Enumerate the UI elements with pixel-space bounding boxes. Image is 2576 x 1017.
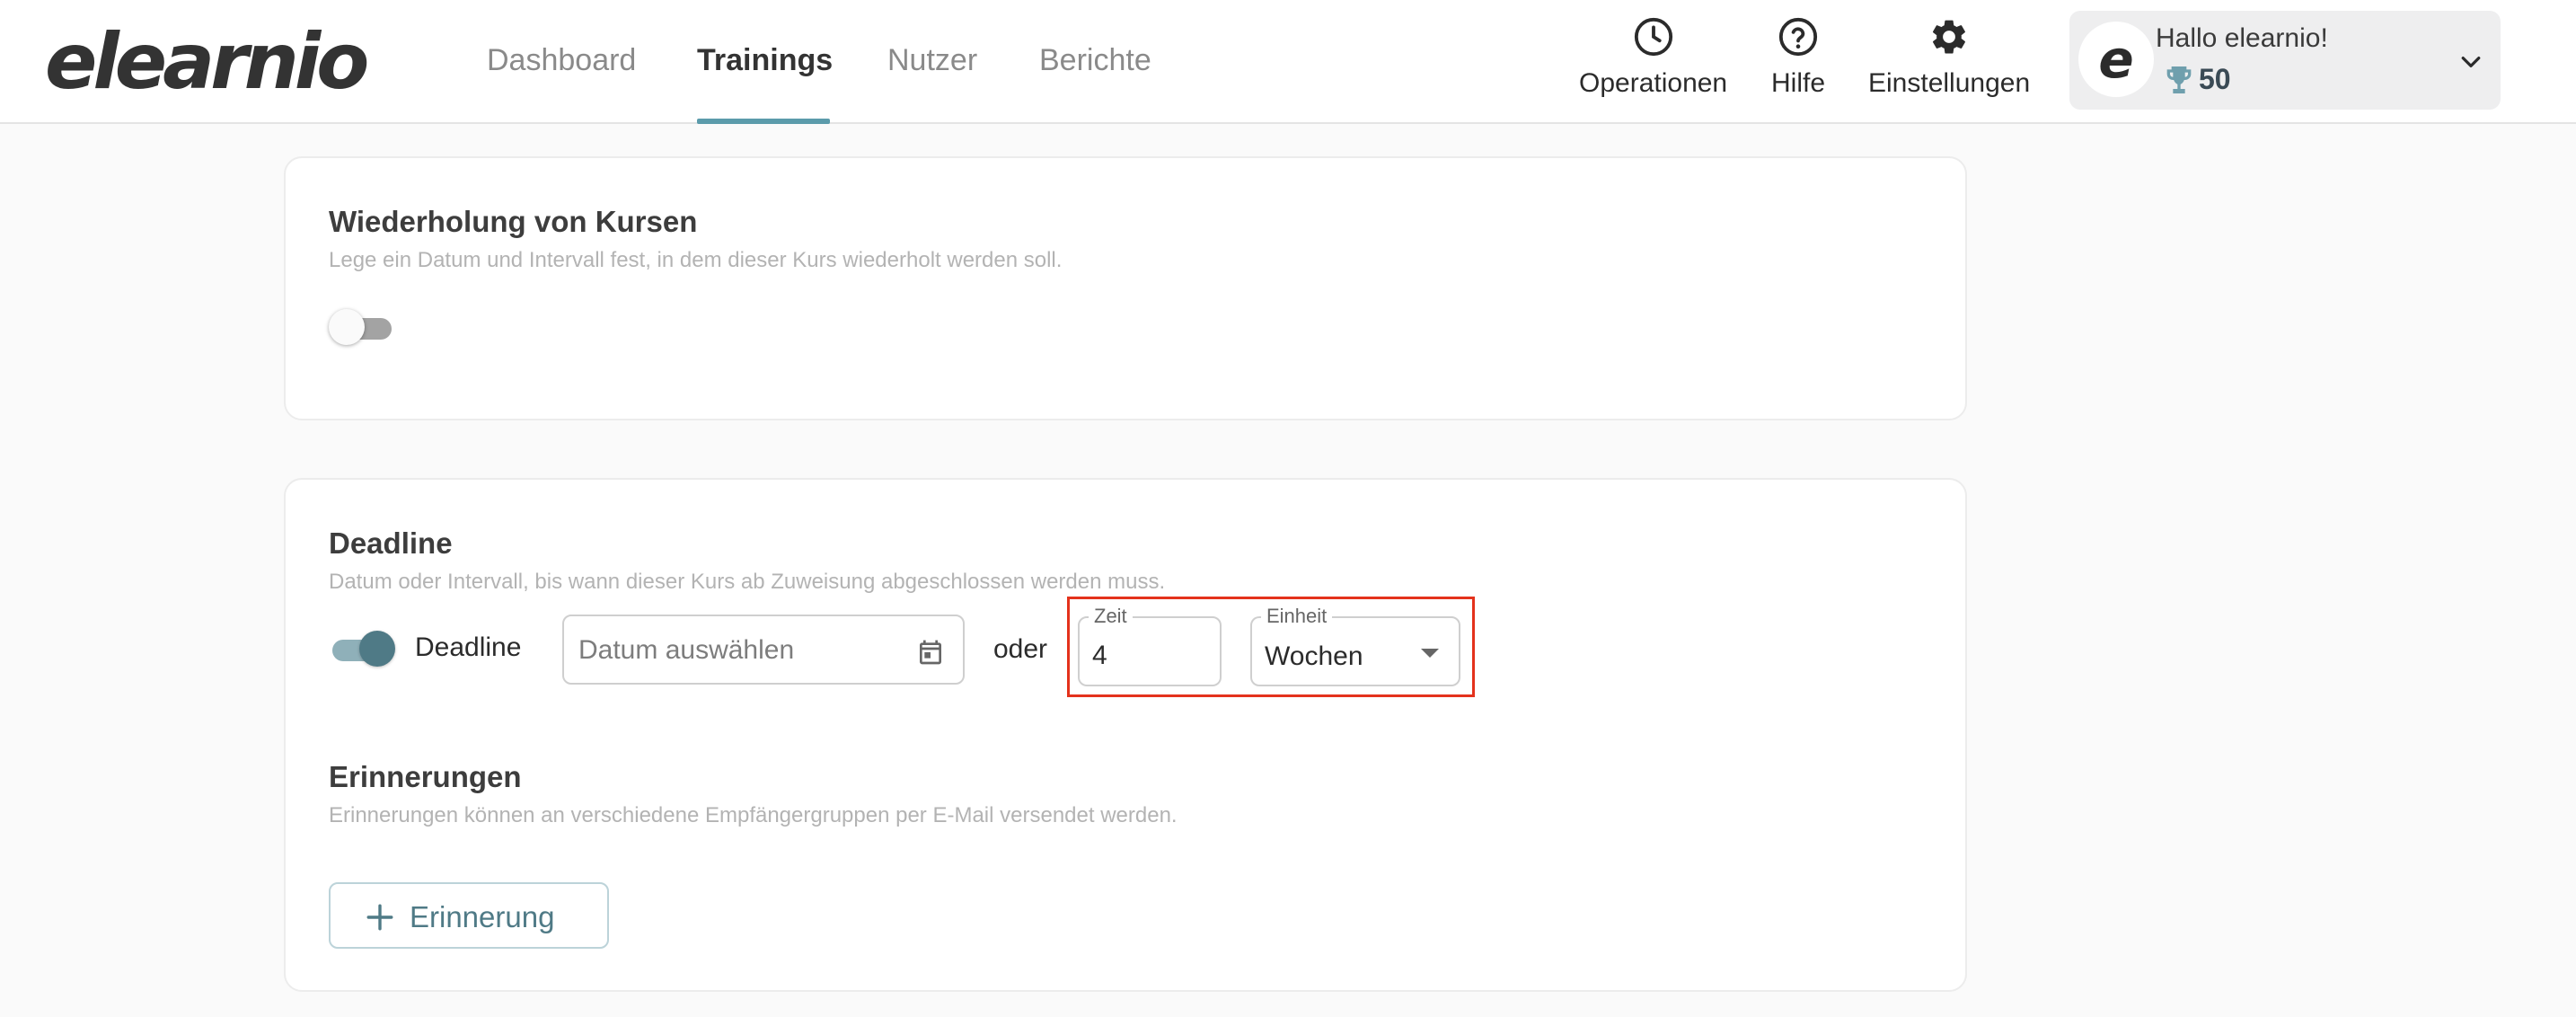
settings-label: Einstellungen (1868, 68, 2031, 98)
deadline-card: Deadline Datum oder Intervall, bis wann … (284, 478, 1967, 992)
repetition-card: Wiederholung von Kursen Lege ein Datum u… (284, 156, 1967, 420)
calendar-icon[interactable] (916, 638, 945, 667)
time-field-legend: Zeit (1089, 606, 1133, 627)
caret-down-icon (1421, 649, 1439, 658)
top-navigation-bar: elearnio Dashboard Trainings Nutzer Beri… (0, 0, 2576, 124)
deadline-title: Deadline (329, 526, 453, 560)
tab-dashboard[interactable]: Dashboard (487, 38, 636, 83)
date-input[interactable] (578, 632, 902, 668)
deadline-toggle-label: Deadline (415, 632, 522, 662)
time-field[interactable]: Zeit (1078, 606, 1222, 686)
repetition-title: Wiederholung von Kursen (329, 205, 698, 238)
tab-berichte[interactable]: Berichte (1039, 38, 1151, 83)
help-button[interactable]: Hilfe (1771, 16, 1825, 106)
deadline-toggle[interactable] (329, 629, 395, 668)
operations-button[interactable]: Operationen (1579, 16, 1727, 106)
repetition-toggle[interactable] (329, 307, 395, 347)
repetition-description: Lege ein Datum und Intervall fest, in de… (329, 248, 1063, 272)
reminders-title: Erinnerungen (329, 760, 522, 793)
deadline-description: Datum oder Intervall, bis wann dieser Ku… (329, 570, 1166, 594)
add-reminder-label: Erinnerung (410, 900, 555, 933)
clock-icon (1634, 17, 1672, 57)
help-label: Hilfe (1771, 68, 1826, 98)
plus-icon (366, 904, 393, 931)
unit-select-value: Wochen (1265, 641, 1363, 671)
unit-select[interactable]: Einheit Wochen (1250, 606, 1460, 686)
avatar: e (2078, 22, 2154, 97)
trophy-icon (2166, 66, 2192, 93)
add-reminder-button[interactable]: Erinnerung (329, 882, 609, 949)
toggle-knob (329, 309, 365, 345)
tab-nutzer[interactable]: Nutzer (887, 38, 977, 83)
operations-label: Operationen (1579, 68, 1728, 98)
chevron-down-icon[interactable] (2457, 49, 2484, 75)
date-picker-field[interactable] (562, 615, 965, 685)
settings-button[interactable]: Einstellungen (1868, 16, 2030, 106)
reminders-description: Erinnerungen können an verschiedene Empf… (329, 803, 1178, 827)
elearnio-logo[interactable]: elearnio (45, 13, 369, 111)
toggle-knob (359, 631, 395, 667)
gear-icon (1933, 20, 1965, 54)
user-greeting: Hallo elearnio! (2156, 23, 2328, 53)
help-circle-icon (1778, 17, 1818, 57)
active-tab-indicator (697, 119, 830, 124)
user-points: 50 (2199, 63, 2231, 95)
or-label: oder (993, 634, 1048, 664)
tab-trainings[interactable]: Trainings (697, 38, 833, 83)
unit-select-legend: Einheit (1261, 606, 1333, 627)
user-menu[interactable]: e Hallo elearnio! 50 (2069, 11, 2501, 110)
time-input[interactable] (1092, 638, 1200, 674)
